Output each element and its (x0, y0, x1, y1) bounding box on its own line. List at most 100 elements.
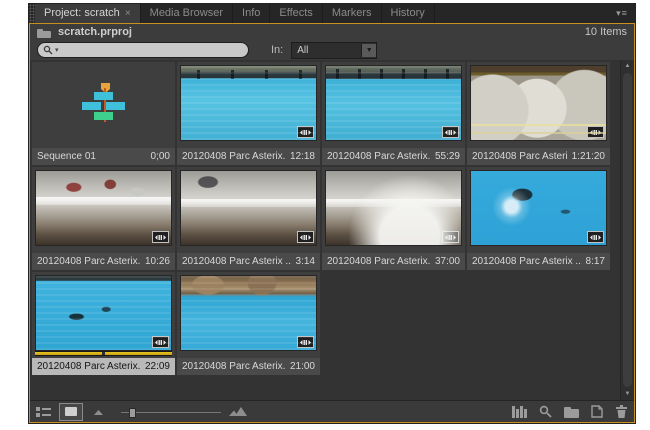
chevron-down-icon[interactable]: ▼ (361, 43, 377, 57)
find-button[interactable] (539, 405, 552, 418)
clip-name: 20120408 Parc Asterix... (182, 361, 286, 372)
clip-thumbnail[interactable] (180, 170, 317, 246)
new-bin-button[interactable] (564, 406, 579, 418)
av-clip-badge (152, 231, 169, 243)
scroll-up-icon[interactable]: ▲ (621, 60, 634, 72)
list-view-icon (36, 406, 51, 417)
clip-thumbnail[interactable] (470, 65, 607, 141)
vertical-scrollbar[interactable]: ▲ ▼ (620, 60, 634, 400)
clip-label: 20120408 Parc Asterix... 37:00 (322, 253, 465, 270)
clip-duration: 1:21:20 (571, 151, 605, 162)
clip-thumbnail[interactable] (470, 170, 607, 246)
thumbnail-zoom-slider[interactable] (121, 407, 221, 418)
clip-tile[interactable]: 20120408 Parc Asterix... 37:00 (322, 167, 465, 270)
new-item-button[interactable] (591, 405, 603, 418)
tab-media-browser[interactable]: Media Browser (141, 4, 234, 23)
av-clip-badge (442, 231, 459, 243)
clip-label: 20120408 Parc Asterix... 22:09 (32, 358, 175, 375)
zoom-in-icon (229, 407, 247, 416)
clip-thumbnail[interactable] (325, 170, 462, 246)
clip-name: 20120408 Parc Asterix ... (472, 256, 582, 267)
clip-name: 20120408 Parc Asterix... (327, 256, 431, 267)
clip-tile[interactable]: 20120408 Parc Asterix... 55:29 (322, 62, 465, 165)
icon-view-button[interactable] (59, 402, 83, 421)
clip-label: 20120408 Parc Asterix ... 8:17 (467, 253, 610, 270)
clip-tile[interactable]: 20120408 Parc Asterix... 21:00 (177, 272, 320, 375)
zoom-in-button[interactable] (229, 406, 248, 417)
toolbar-right-group (500, 405, 628, 418)
clip-tile[interactable]: 20120408 Parc Asterix ... 8:17 (467, 167, 610, 270)
av-badge-icon (445, 129, 456, 135)
clip-tile[interactable]: 20120408 Parc Asterix ... 3:14 (177, 167, 320, 270)
clip-label: 20120408 Parc Asterix... 12:18 (177, 148, 320, 165)
tab-effects[interactable]: Effects (270, 4, 323, 23)
tab-project[interactable]: Project: scratch × (35, 4, 141, 23)
clear-button[interactable] (615, 405, 628, 418)
clip-label: 20120408 Parc Asteri... 1:21:20 (467, 148, 610, 165)
clip-label: 20120408 Parc Asterix... 55:29 (322, 148, 465, 165)
clip-duration: 10:26 (144, 256, 170, 267)
icon-view-icon (65, 407, 77, 416)
clip-tile[interactable]: 20120408 Parc Asterix... 22:09 (32, 272, 175, 375)
panel-menu-icon[interactable]: ▾≡ (609, 4, 635, 23)
clip-thumbnail[interactable] (35, 170, 172, 246)
av-clip-badge (297, 126, 314, 138)
automate-to-sequence-button[interactable] (512, 405, 527, 418)
clip-duration: 12:18 (289, 151, 315, 162)
clip-thumbnail[interactable] (325, 65, 462, 141)
av-badge-icon (590, 234, 601, 240)
search-scope-dropdown[interactable]: All ▼ (291, 41, 378, 59)
av-clip-badge (297, 231, 314, 243)
clip-tile[interactable]: 20120408 Parc Asteri... 1:21:20 (467, 62, 610, 165)
bottom-toolbar (30, 400, 634, 422)
clip-thumbnail[interactable] (180, 65, 317, 141)
av-clip-badge (442, 126, 459, 138)
clip-thumbnail[interactable] (180, 275, 317, 351)
zoom-out-icon (94, 410, 103, 415)
av-badge-icon (300, 129, 311, 135)
clip-thumbnail[interactable] (35, 65, 172, 141)
clip-duration: 55:29 (434, 151, 460, 162)
bin-content: Sequence 01 0;00 20120408 Parc Asterix..… (30, 60, 634, 400)
av-badge-icon (300, 234, 311, 240)
search-in-label: In: (271, 44, 284, 56)
new-bin-icon (564, 406, 579, 418)
clip-name: 20120408 Parc Asterix... (37, 256, 141, 267)
list-view-button[interactable] (36, 406, 51, 418)
clip-name: 20120408 Parc Asteri... (472, 151, 568, 162)
clip-grid: Sequence 01 0;00 20120408 Parc Asterix..… (32, 62, 614, 377)
clip-thumbnail[interactable] (35, 275, 172, 351)
tab-history[interactable]: History (382, 4, 435, 23)
search-icon (43, 45, 53, 55)
clip-name: Sequence 01 (37, 151, 96, 162)
scroll-down-icon[interactable]: ▼ (621, 388, 634, 400)
clip-label: 20120408 Parc Asterix... 21:00 (177, 358, 320, 375)
av-badge-icon (590, 129, 601, 135)
clip-label: Sequence 01 0;00 (32, 148, 175, 165)
clip-tile[interactable]: 20120408 Parc Asterix... 12:18 (177, 62, 320, 165)
scrollbar-thumb[interactable] (623, 73, 632, 387)
close-icon[interactable]: × (125, 8, 131, 19)
av-clip-badge (587, 126, 604, 138)
search-scope-value: All (297, 44, 309, 56)
project-file-name: scratch.prproj (58, 26, 132, 38)
search-filter-caret-icon[interactable]: ▾ (55, 46, 59, 54)
tab-info[interactable]: Info (233, 4, 271, 23)
clip-duration: 8:17 (585, 256, 605, 267)
clip-name: 20120408 Parc Asterix ... (182, 256, 292, 267)
tab-markers[interactable]: Markers (323, 4, 382, 23)
av-badge-icon (155, 234, 166, 240)
clip-tile[interactable]: Sequence 01 0;00 (32, 62, 175, 165)
clip-duration: 22:09 (144, 361, 170, 372)
clip-label: 20120408 Parc Asterix ... 3:14 (177, 253, 320, 270)
items-count: 10 Items (584, 26, 627, 38)
av-badge-icon (300, 339, 311, 345)
clip-tile[interactable]: 20120408 Parc Asterix... 10:26 (32, 167, 175, 270)
zoom-slider-handle[interactable] (129, 407, 136, 418)
av-badge-icon (445, 234, 456, 240)
search-input[interactable] (60, 44, 243, 56)
trash-icon (616, 405, 627, 418)
zoom-out-button[interactable] (93, 407, 105, 416)
search-box[interactable]: ▾ (37, 42, 249, 58)
thumbnail-scrubber[interactable] (35, 351, 172, 356)
